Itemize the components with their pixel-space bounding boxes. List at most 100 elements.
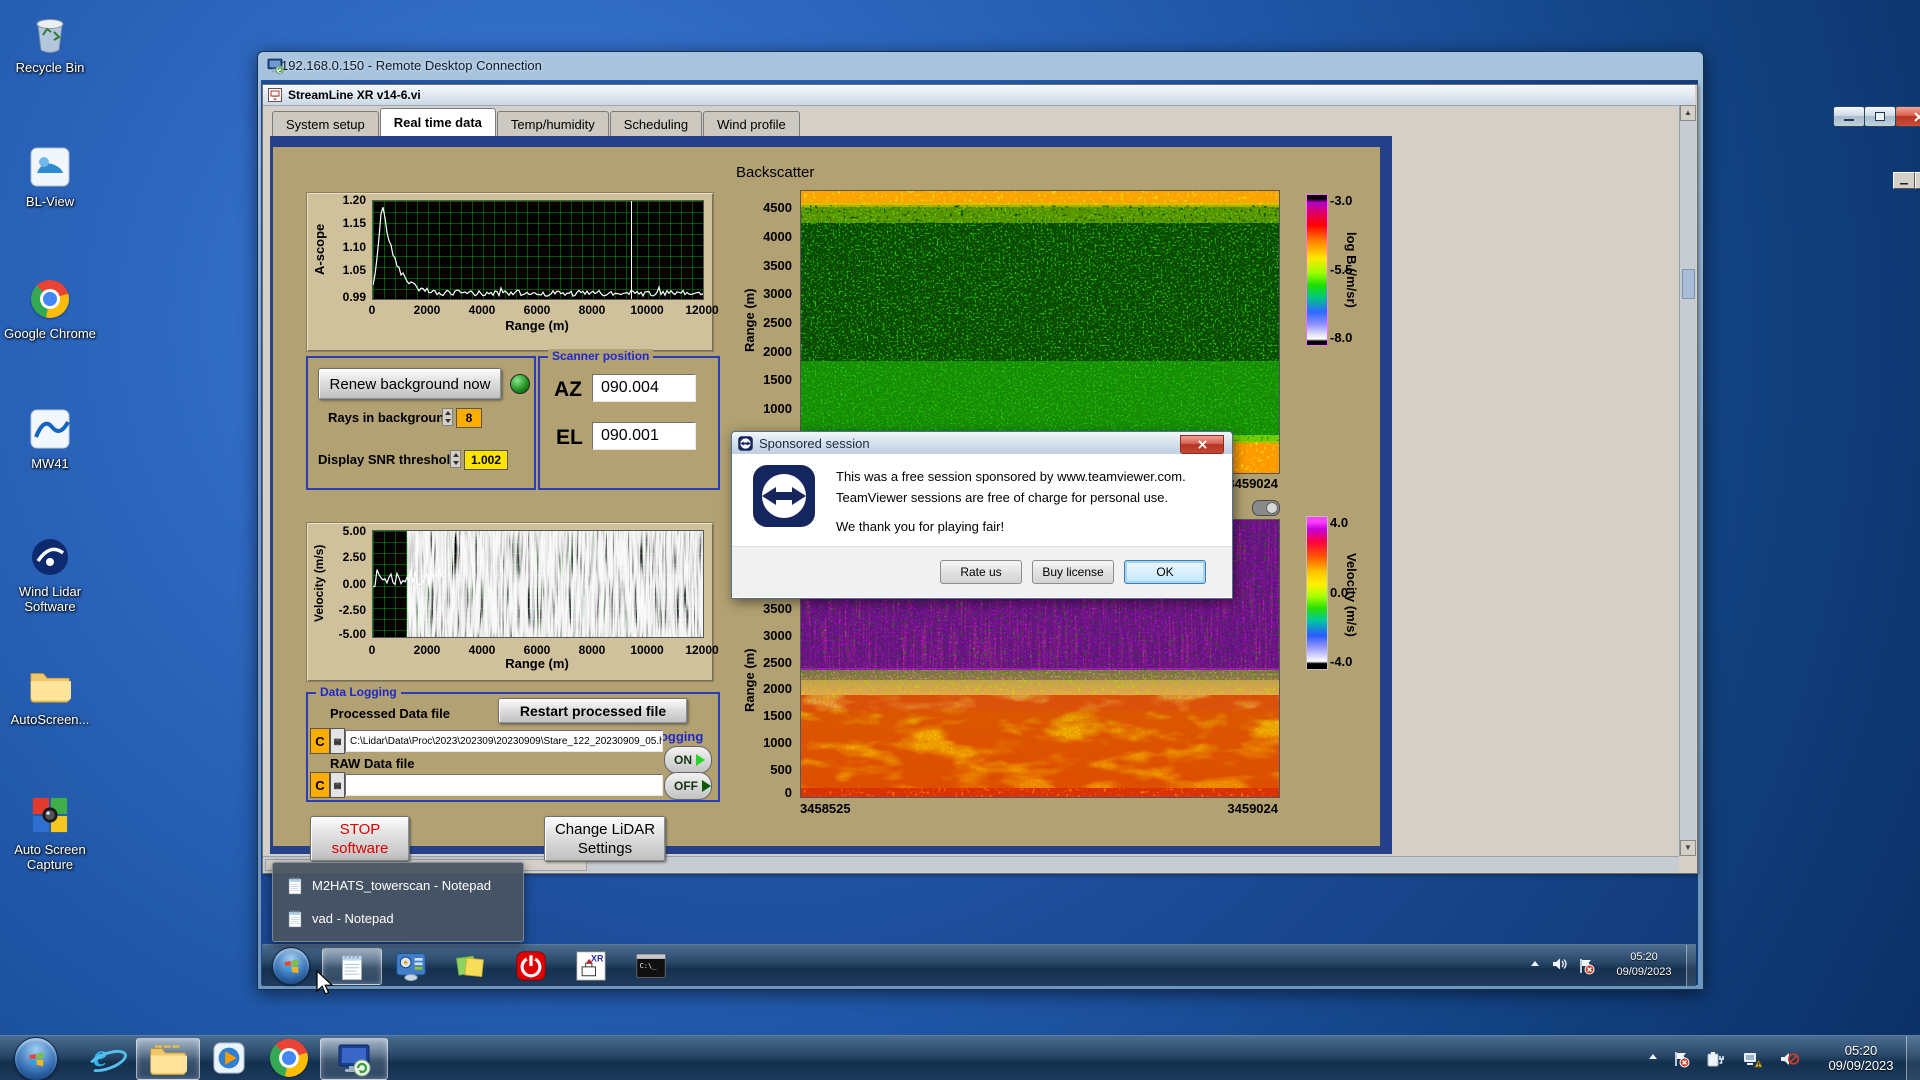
tray-volume-muted[interactable] — [1779, 1050, 1799, 1068]
off-label: OFF — [674, 779, 698, 793]
on-led-arrow — [696, 754, 705, 766]
streamline-maximize-button[interactable]: ▢ — [1915, 172, 1920, 189]
processed-logging-toggle-on[interactable]: ON — [664, 746, 712, 774]
show-desktop-button[interactable] — [1906, 1036, 1920, 1080]
processed-path-type-icon[interactable]: ▤ — [330, 728, 345, 754]
tab-temp-humidity[interactable]: Temp/humidity — [496, 111, 609, 136]
stop-software-button[interactable]: STOP software — [310, 816, 410, 862]
change-line2: Settings — [577, 840, 633, 857]
raw-path-field[interactable] — [345, 774, 663, 796]
dialog-close-button[interactable] — [1180, 435, 1224, 454]
processed-drive-box[interactable]: C — [310, 728, 330, 754]
renew-background-button[interactable]: Renew background now — [318, 368, 502, 400]
rdc-titlebar[interactable]: 192.168.0.150 - Remote Desktop Connectio… — [257, 51, 1920, 127]
snr-spinner[interactable] — [450, 450, 461, 468]
tray-battery-plug[interactable] — [1706, 1050, 1726, 1068]
desktop-icon-chrome[interactable]: Google Chrome — [4, 276, 96, 341]
velocity-colorbar-label: Velocity (m/s) — [1344, 553, 1359, 637]
az-value-field[interactable]: 090.004 — [592, 374, 696, 402]
rays-value[interactable]: 8 — [456, 408, 482, 428]
rays-spinner[interactable] — [442, 408, 453, 426]
remote-taskbar-sticky-notes[interactable] — [442, 948, 500, 983]
velocity-colorbar — [1306, 516, 1328, 670]
velocity-ylabel: Velocity (m/s) — [312, 544, 326, 622]
ascope-cursor-line[interactable] — [631, 201, 632, 299]
tab-system-setup[interactable]: System setup — [272, 111, 379, 136]
teamviewer-icon — [738, 435, 753, 451]
taskbar-clock[interactable]: 05:20 09/09/2023 — [1818, 1043, 1904, 1073]
desktop-icon-wind-lidar[interactable]: Wind Lidar Software — [4, 534, 96, 614]
processed-path-field[interactable]: C:\Lidar\Data\Proc\2023\202309\20230909\… — [345, 730, 663, 752]
desktop-icon-bl-view[interactable]: BL-View — [4, 144, 96, 209]
start-button[interactable] — [14, 1037, 58, 1080]
teamviewer-logo — [752, 464, 816, 533]
raw-logging-toggle-off[interactable]: OFF — [664, 772, 712, 800]
popup-item-label: M2HATS_towerscan - Notepad — [312, 878, 491, 893]
rate-us-button[interactable]: Rate us — [940, 560, 1022, 584]
velocity-plot — [372, 530, 704, 638]
buy-license-button[interactable]: Buy license — [1032, 560, 1114, 584]
remote-tray-volume[interactable] — [1552, 957, 1568, 971]
taskbar-remote-desktop[interactable] — [320, 1038, 388, 1080]
desktop-icon-label: BL-View — [25, 194, 75, 209]
popup-item-1[interactable]: M2HATS_towerscan - Notepad — [273, 869, 523, 902]
desktop-icon-recycle-bin[interactable]: Recycle Bin — [4, 10, 96, 75]
streamline-titlebar[interactable]: StreamLine XR v14-6.vi ▁ ▢ ✕ — [263, 85, 1920, 189]
tab-wind-profile[interactable]: Wind profile — [703, 111, 800, 136]
remote-tray-hidden-icons-arrow[interactable] — [1528, 957, 1542, 971]
mw41-icon — [4, 406, 96, 452]
remote-taskbar-command-prompt[interactable]: C:\_ — [622, 948, 680, 983]
tray-network-warning[interactable] — [1742, 1050, 1762, 1068]
backscatter-title: Backscatter — [736, 164, 815, 181]
stop-line1: STOP — [339, 821, 381, 838]
remote-taskbar-labview-xr[interactable]: XR — [562, 948, 620, 983]
restart-processed-file-button[interactable]: Restart processed file — [498, 698, 688, 724]
tab-real-time-data[interactable]: Real time data — [379, 108, 496, 136]
remote-start-button[interactable] — [272, 947, 310, 985]
taskbar-chrome[interactable] — [260, 1038, 318, 1078]
vertical-scrollbar-thumb[interactable] — [1682, 269, 1695, 299]
rdc-window-title: 192.168.0.150 - Remote Desktop Connectio… — [281, 58, 542, 73]
desktop-icon-label: Auto Screen Capture — [14, 842, 86, 872]
streamline-minimize-button[interactable]: ▁ — [1893, 172, 1915, 189]
ok-button[interactable]: OK — [1124, 560, 1206, 584]
bl-view-icon — [4, 144, 96, 190]
vertical-scrollbar[interactable]: ▲ ▼ — [1679, 105, 1696, 856]
remote-taskbar-stop-vi[interactable] — [502, 948, 560, 983]
chrome-icon — [4, 276, 96, 322]
taskbar-windows-explorer[interactable] — [136, 1038, 200, 1080]
desktop-icon-label: Recycle Bin — [15, 60, 85, 75]
tray-action-center-flag[interactable] — [1672, 1050, 1690, 1068]
taskbar-media-player[interactable] — [200, 1038, 258, 1078]
snr-value[interactable]: 1.002 — [464, 450, 508, 470]
remote-clock[interactable]: 05:20 09/09/2023 — [1606, 950, 1682, 980]
tab-strip: System setup Real time data Temp/humidity S… — [272, 108, 801, 136]
el-value-field[interactable]: 090.001 — [592, 422, 696, 450]
raw-path-type-icon[interactable]: ▤ — [330, 772, 345, 798]
popup-item-label: vad - Notepad — [312, 911, 394, 926]
popup-item-2[interactable]: vad - Notepad — [273, 902, 523, 935]
remote-taskbar: XR C:\_ 05:20 09/09/2023 — [262, 944, 1696, 986]
remote-taskbar-control-panel[interactable] — [382, 948, 440, 983]
desktop-icon-auto-screen-capture[interactable]: Auto Screen Capture — [4, 792, 96, 872]
dialog-titlebar[interactable]: Sponsored session — [732, 432, 1232, 455]
hidden-toggle-switch[interactable] — [1252, 500, 1280, 516]
streamline-window-title: StreamLine XR v14-6.vi — [288, 88, 421, 102]
screen: Recycle Bin BL-View Google Chrome MW41 Wind … — [0, 0, 1920, 1080]
rdc-minimize-button[interactable] — [1833, 106, 1865, 127]
stop-line2: software — [331, 840, 389, 857]
desktop-icon-label: Wind Lidar Software — [18, 584, 82, 614]
desktop-icon-folder[interactable]: AutoScreen... — [4, 662, 96, 727]
tray-hidden-icons-arrow[interactable] — [1646, 1050, 1660, 1064]
remote-show-desktop-button[interactable] — [1686, 945, 1696, 986]
remote-tray-action-center-flag[interactable] — [1577, 957, 1595, 975]
change-lidar-settings-button[interactable]: Change LiDAR Settings — [544, 816, 666, 862]
taskbar-preview-popup: M2HATS_towerscan - Notepad vad - Notepad — [272, 862, 524, 942]
desktop-icon-label: MW41 — [31, 456, 69, 471]
rdc-restore-button[interactable] — [1864, 106, 1896, 127]
raw-drive-box[interactable]: C — [310, 772, 330, 798]
desktop-icon-mw41[interactable]: MW41 — [4, 406, 96, 471]
rdc-close-button[interactable] — [1895, 106, 1920, 127]
taskbar-internet-explorer[interactable]: e — [76, 1037, 134, 1078]
tab-scheduling[interactable]: Scheduling — [609, 111, 703, 136]
